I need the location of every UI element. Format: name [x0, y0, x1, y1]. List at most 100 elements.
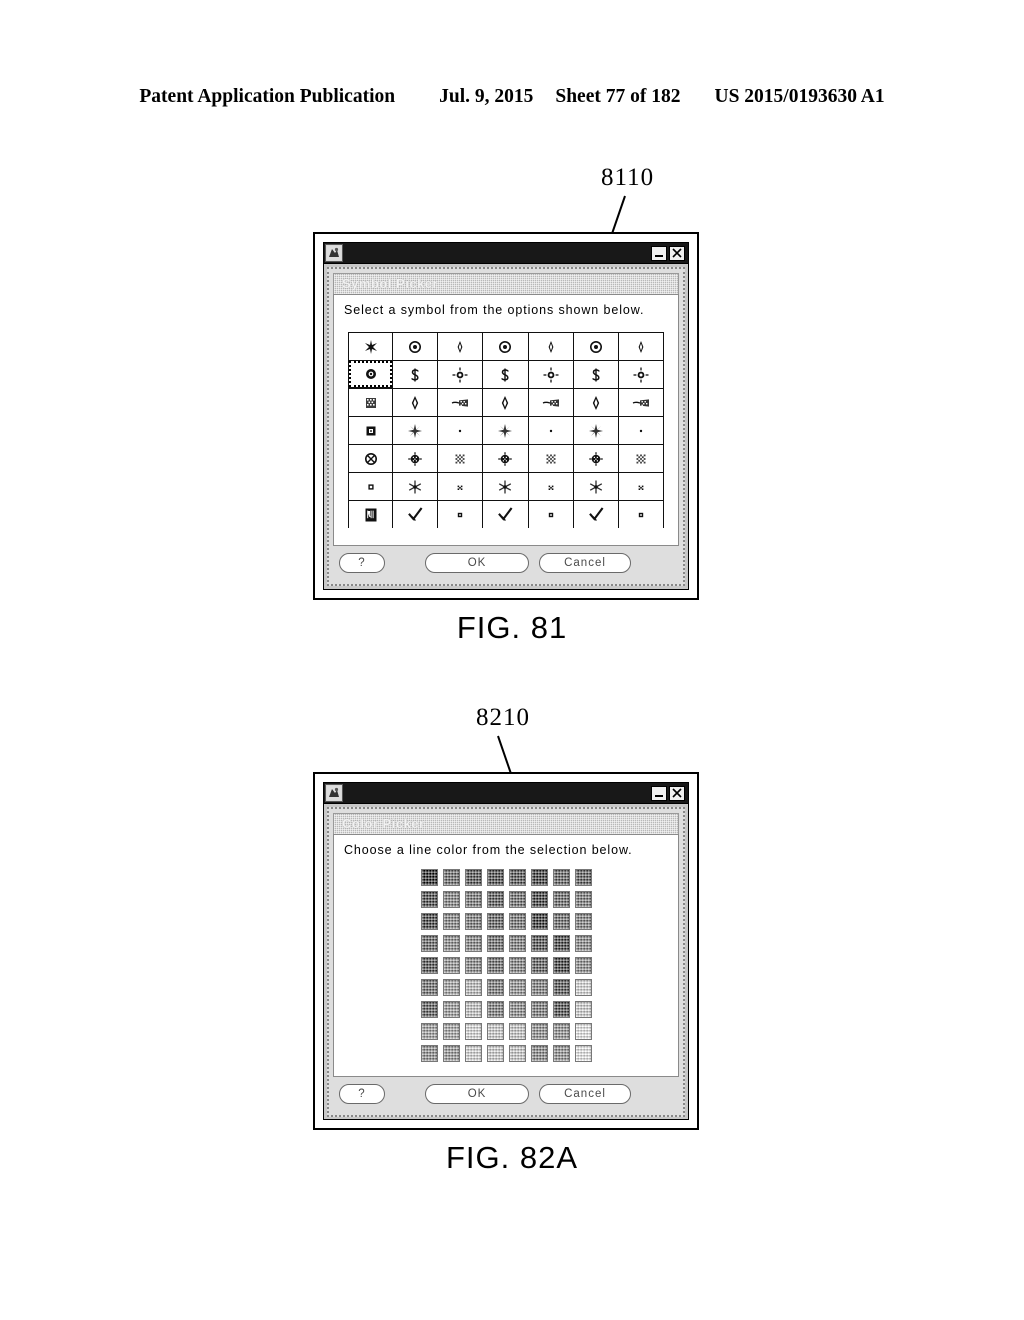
title-bar[interactable] [324, 783, 688, 804]
color-swatch[interactable] [442, 979, 460, 996]
color-swatch[interactable] [508, 957, 526, 974]
symbol-cell-filled-ring-dot[interactable] [348, 360, 394, 388]
color-swatch[interactable] [530, 957, 548, 974]
color-swatch[interactable] [552, 891, 570, 908]
symbol-cell-ring-dot[interactable] [483, 332, 529, 360]
color-swatch[interactable] [486, 1045, 504, 1062]
color-swatch[interactable] [420, 1023, 438, 1040]
symbol-cell-star-burst[interactable] [573, 416, 619, 444]
symbol-cell-filled-rect-icon[interactable] [348, 500, 394, 528]
symbol-cell-diamond[interactable] [573, 388, 619, 416]
title-bar[interactable] [324, 243, 688, 264]
color-swatch[interactable] [574, 891, 592, 908]
color-swatch[interactable] [420, 957, 438, 974]
symbol-cell-tapered-trail[interactable] [528, 388, 574, 416]
symbol-cell-checker-square[interactable] [528, 444, 574, 472]
color-swatch[interactable] [464, 935, 482, 952]
symbol-cell-checker-square[interactable] [618, 444, 664, 472]
color-swatch[interactable] [486, 979, 504, 996]
color-swatch[interactable] [508, 1045, 526, 1062]
color-swatch[interactable] [530, 891, 548, 908]
color-swatch[interactable] [464, 1045, 482, 1062]
symbol-cell-micro-cross[interactable] [438, 472, 484, 500]
color-swatch[interactable] [420, 979, 438, 996]
symbol-cell-burst-dot[interactable] [438, 360, 484, 388]
color-swatch[interactable] [442, 1045, 460, 1062]
help-button[interactable]: ? [339, 1084, 385, 1104]
symbol-cell-tiny-square[interactable] [438, 500, 484, 528]
color-swatch[interactable] [530, 935, 548, 952]
color-swatch[interactable] [442, 935, 460, 952]
color-swatch[interactable] [420, 1001, 438, 1018]
color-swatch[interactable] [574, 869, 592, 886]
symbol-cell-tiny-dot[interactable] [618, 416, 664, 444]
color-swatch[interactable] [486, 913, 504, 930]
color-swatch[interactable] [530, 1023, 548, 1040]
color-swatch[interactable] [464, 979, 482, 996]
color-swatch[interactable] [464, 957, 482, 974]
color-swatch[interactable] [486, 1023, 504, 1040]
color-swatch[interactable] [464, 1023, 482, 1040]
color-swatch[interactable] [552, 1045, 570, 1062]
color-swatch[interactable] [508, 935, 526, 952]
symbol-cell-small-diamond[interactable] [528, 332, 574, 360]
symbol-cell-checkmark[interactable] [573, 500, 619, 528]
color-swatch[interactable] [486, 869, 504, 886]
close-icon[interactable] [669, 245, 685, 261]
color-swatch[interactable] [508, 891, 526, 908]
color-swatch[interactable] [442, 891, 460, 908]
color-swatch[interactable] [574, 957, 592, 974]
ok-button[interactable]: OK [425, 553, 529, 573]
symbol-cell-checkmark[interactable] [483, 500, 529, 528]
color-swatch[interactable] [530, 1045, 548, 1062]
color-swatch[interactable] [420, 935, 438, 952]
symbol-cell-star-burst[interactable] [483, 416, 529, 444]
symbol-cell-tiny-square[interactable] [618, 500, 664, 528]
symbol-cell-diamond[interactable] [483, 388, 529, 416]
color-swatch[interactable] [530, 1001, 548, 1018]
symbol-cell-tiny-square[interactable] [528, 500, 574, 528]
minimize-icon[interactable] [651, 245, 667, 261]
symbol-cell-dollar[interactable] [573, 360, 619, 388]
color-swatch[interactable] [574, 1001, 592, 1018]
color-swatch[interactable] [552, 913, 570, 930]
symbol-cell-snowflake[interactable] [573, 472, 619, 500]
color-swatch[interactable] [420, 1045, 438, 1062]
symbol-cell-tapered-trail[interactable] [438, 388, 484, 416]
color-swatch[interactable] [530, 913, 548, 930]
color-swatch-grid[interactable] [342, 863, 670, 1068]
close-icon[interactable] [669, 785, 685, 801]
color-swatch[interactable] [508, 913, 526, 930]
color-swatch[interactable] [442, 913, 460, 930]
symbol-cell-dollar[interactable] [483, 360, 529, 388]
symbol-cell-ring-dot[interactable] [393, 332, 439, 360]
symbol-cell-small-square[interactable] [348, 472, 394, 500]
symbol-cell-micro-cross[interactable] [618, 472, 664, 500]
cancel-button[interactable]: Cancel [539, 553, 631, 573]
symbol-cell-small-diamond[interactable] [438, 332, 484, 360]
color-swatch[interactable] [574, 1045, 592, 1062]
color-swatch[interactable] [574, 1023, 592, 1040]
symbol-cell-checker-block[interactable] [348, 388, 394, 416]
symbol-cell-tiny-dot[interactable] [528, 416, 574, 444]
symbol-grid[interactable] [348, 323, 664, 537]
symbol-cell-checkmark[interactable] [393, 500, 439, 528]
symbol-cell-dollar[interactable] [393, 360, 439, 388]
symbol-cell-ring-cross[interactable] [348, 444, 394, 472]
color-swatch[interactable] [486, 935, 504, 952]
color-swatch[interactable] [420, 891, 438, 908]
color-swatch[interactable] [486, 891, 504, 908]
symbol-cell-ring-dot[interactable] [573, 332, 619, 360]
color-swatch[interactable] [508, 1001, 526, 1018]
color-swatch[interactable] [552, 979, 570, 996]
minimize-icon[interactable] [651, 785, 667, 801]
color-swatch[interactable] [574, 913, 592, 930]
symbol-cell-propeller[interactable] [348, 332, 394, 360]
color-swatch[interactable] [508, 1023, 526, 1040]
color-swatch[interactable] [464, 1001, 482, 1018]
color-swatch[interactable] [552, 957, 570, 974]
ok-button[interactable]: OK [425, 1084, 529, 1104]
color-swatch[interactable] [486, 957, 504, 974]
symbol-cell-checker-square[interactable] [438, 444, 484, 472]
symbol-cell-dense-burst[interactable] [483, 444, 529, 472]
